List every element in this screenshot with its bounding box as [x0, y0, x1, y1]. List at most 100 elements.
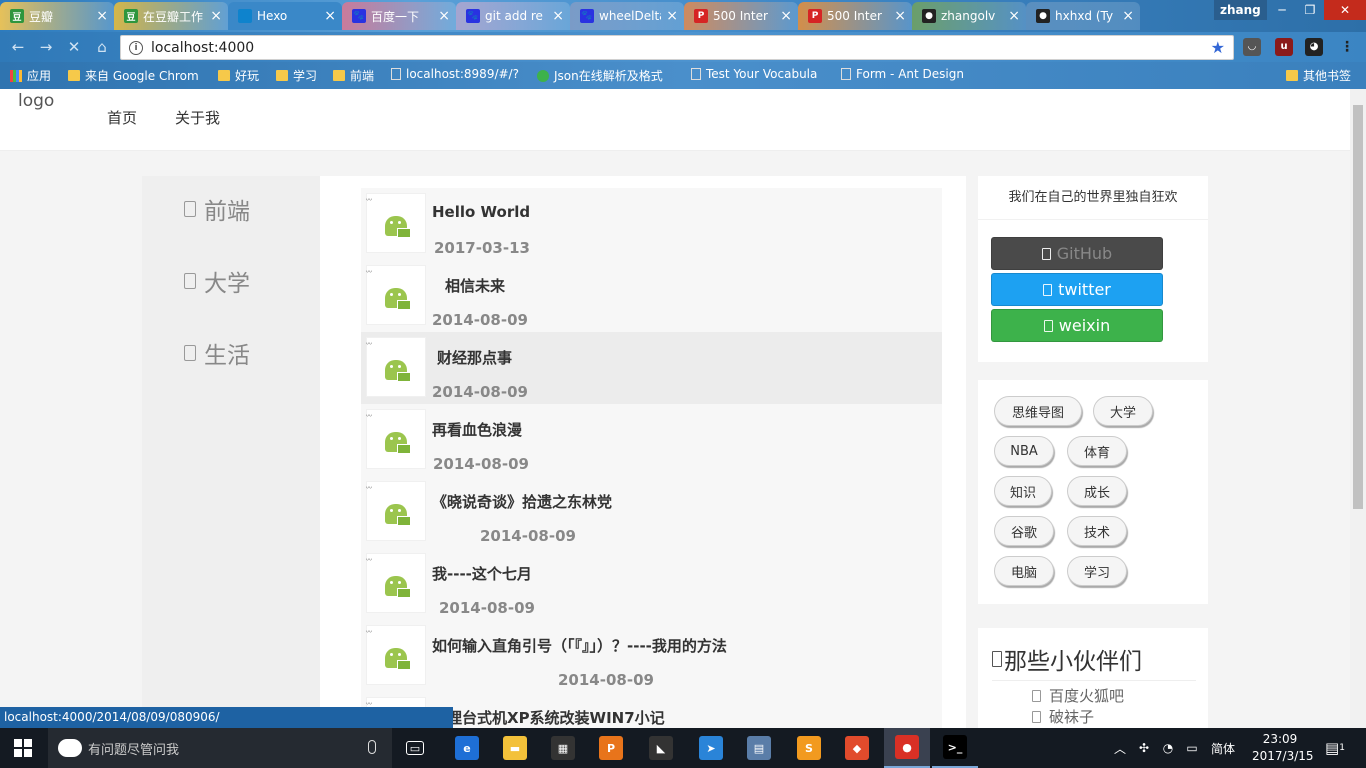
close-window-button[interactable]: ✕	[1324, 0, 1366, 20]
post-item[interactable]: 〰相信未来 2014-08-09	[361, 260, 942, 332]
bookmark-item[interactable]: 好玩	[218, 67, 259, 84]
microphone-icon[interactable]	[368, 740, 376, 754]
browser-tab[interactable]: 🐾 wheelDelta ×	[570, 2, 684, 30]
page-scrollbar[interactable]	[1350, 89, 1366, 728]
address-bar[interactable]: i localhost:4000 ★	[120, 35, 1234, 60]
taskbar-app[interactable]: ◆	[834, 728, 880, 768]
taskbar-app[interactable]: ▤	[736, 728, 782, 768]
post-title[interactable]: 财经那点事	[437, 347, 512, 368]
notification-center-icon[interactable]: ▤ 1	[1318, 728, 1352, 768]
category-life[interactable]: 生活	[184, 336, 250, 370]
taskbar-app[interactable]: S	[786, 728, 832, 768]
taskbar-app[interactable]: ●	[884, 728, 930, 768]
post-item[interactable]: 〰我----这个七月 2014-08-09	[361, 548, 942, 620]
post-title[interactable]: 《晓说奇谈》拾遗之东林党	[432, 491, 612, 512]
bookmark-item[interactable]: Json在线解析及格式	[537, 67, 663, 84]
taskbar-app[interactable]: ◣	[638, 728, 684, 768]
reload-icon[interactable]: ✕	[64, 37, 84, 57]
taskbar-app[interactable]: >_	[932, 728, 978, 768]
browser-tab[interactable]: P 500 Inter ×	[684, 2, 798, 30]
bookmark-item[interactable]: 学习	[276, 67, 317, 84]
post-item[interactable]: 〰如何输入直角引号（「『』」）？----我用的方法 2014-08-09	[361, 620, 942, 692]
close-tab-icon[interactable]: ×	[894, 8, 906, 24]
close-tab-icon[interactable]: ×	[1122, 8, 1134, 24]
ime-indicator[interactable]: 简体	[1206, 728, 1240, 768]
battery-icon[interactable]: ▭	[1182, 728, 1202, 768]
close-tab-icon[interactable]: ×	[666, 8, 678, 24]
browser-tab[interactable]: 🐾 git add re ×	[456, 2, 570, 30]
post-title[interactable]: Hello World	[432, 203, 530, 221]
tag-chip[interactable]: 思维导图	[994, 396, 1082, 426]
tag-chip[interactable]: 学习	[1067, 556, 1127, 586]
bookmark-item[interactable]: 来自 Google Chrom	[68, 67, 199, 84]
minimize-button[interactable]: ─	[1268, 0, 1296, 20]
forward-arrow-icon[interactable]: →	[36, 37, 56, 57]
twitter-button[interactable]: twitter	[991, 273, 1163, 306]
close-tab-icon[interactable]: ×	[552, 8, 564, 24]
info-icon[interactable]: i	[129, 40, 143, 55]
bookmark-item[interactable]: Form - Ant Design	[841, 67, 964, 81]
close-tab-icon[interactable]: ×	[96, 8, 108, 24]
taskbar-app[interactable]: e	[444, 728, 490, 768]
tag-chip[interactable]: NBA	[994, 436, 1054, 466]
nav-about[interactable]: 关于我	[175, 107, 220, 128]
tag-chip[interactable]: 成长	[1067, 476, 1127, 506]
taskbar-app[interactable]: P	[588, 728, 634, 768]
nav-home[interactable]: 首页	[107, 107, 137, 128]
browser-tab[interactable]: 🐾 百度一下 ×	[342, 2, 456, 30]
pocket-icon[interactable]: ◡	[1243, 38, 1261, 56]
tag-chip[interactable]: 知识	[994, 476, 1052, 506]
tag-chip[interactable]: 电脑	[994, 556, 1054, 586]
post-item[interactable]: 〰再看血色浪漫 2014-08-09	[361, 404, 942, 476]
post-title[interactable]: 如何输入直角引号（「『』」）？----我用的方法	[432, 635, 727, 656]
site-logo[interactable]: logo	[18, 91, 54, 111]
bookmark-item[interactable]: Test Your Vocabula	[691, 67, 817, 81]
post-item[interactable]: 〰财经那点事 2014-08-09	[361, 332, 942, 404]
bookmark-item[interactable]: 其他书签	[1286, 67, 1351, 84]
back-arrow-icon[interactable]: ←	[8, 37, 28, 57]
tag-chip[interactable]: 技术	[1067, 516, 1127, 546]
category-frontend[interactable]: 前端	[184, 192, 250, 226]
tag-chip[interactable]: 大学	[1093, 396, 1153, 426]
post-title[interactable]: 清理台式机XP系统改装WIN7小记	[432, 707, 665, 728]
close-tab-icon[interactable]: ×	[210, 8, 222, 24]
friend-link[interactable]: 百度火狐吧	[1032, 685, 1124, 706]
ublock-icon[interactable]: u	[1275, 38, 1293, 56]
browser-tab[interactable]: 豆豆瓣 ×	[0, 2, 114, 30]
restore-button[interactable]: ❐	[1296, 0, 1324, 20]
taskbar-app[interactable]: ▦	[540, 728, 586, 768]
menu-icon[interactable]: ⋮	[1338, 38, 1356, 56]
bookmark-item[interactable]: 应用	[10, 67, 51, 84]
browser-tab[interactable]: Hexo ×	[228, 2, 342, 30]
browser-tab[interactable]: 豆在豆瓣工作 ×	[114, 2, 228, 30]
post-title[interactable]: 我----这个七月	[432, 563, 532, 584]
tag-chip[interactable]: 谷歌	[994, 516, 1054, 546]
category-university[interactable]: 大学	[184, 264, 250, 298]
scrollbar-thumb[interactable]	[1353, 105, 1363, 509]
post-item[interactable]: 〰 Hello World 2017-03-13	[361, 188, 942, 260]
github-button[interactable]: GitHub	[991, 237, 1163, 270]
post-title[interactable]: 再看血色浪漫	[432, 419, 522, 440]
cortana-search-box[interactable]: 有问题尽管问我	[48, 728, 392, 768]
tag-chip[interactable]: 体育	[1067, 436, 1127, 466]
bookmark-item[interactable]: 前端	[333, 67, 374, 84]
chevron-up-icon[interactable]: ︿	[1110, 728, 1130, 768]
friend-link[interactable]: 破袜子	[1032, 706, 1094, 727]
weixin-button[interactable]: weixin	[991, 309, 1163, 342]
network-tray-icon[interactable]: ✣	[1134, 728, 1154, 768]
browser-tab[interactable]: P 500 Inter ×	[798, 2, 912, 30]
close-tab-icon[interactable]: ×	[1008, 8, 1020, 24]
extension-icon[interactable]: ◕	[1305, 38, 1323, 56]
clock[interactable]: 23:09 2017/3/15	[1252, 731, 1314, 765]
taskbar-app[interactable]: ▭	[392, 728, 438, 768]
browser-tab[interactable]: ● hxhxd (Ty ×	[1026, 2, 1140, 30]
bookmark-star-icon[interactable]: ★	[1211, 38, 1225, 57]
home-icon[interactable]: ⌂	[92, 37, 112, 57]
close-tab-icon[interactable]: ×	[324, 8, 336, 24]
taskbar-app[interactable]: ▬	[492, 728, 538, 768]
post-title[interactable]: 相信未来	[445, 275, 505, 296]
taskbar-app[interactable]: ➤	[688, 728, 734, 768]
bookmark-item[interactable]: localhost:8989/#/?	[391, 67, 519, 81]
close-tab-icon[interactable]: ×	[438, 8, 450, 24]
browser-tab[interactable]: ● zhangolv ×	[912, 2, 1026, 30]
